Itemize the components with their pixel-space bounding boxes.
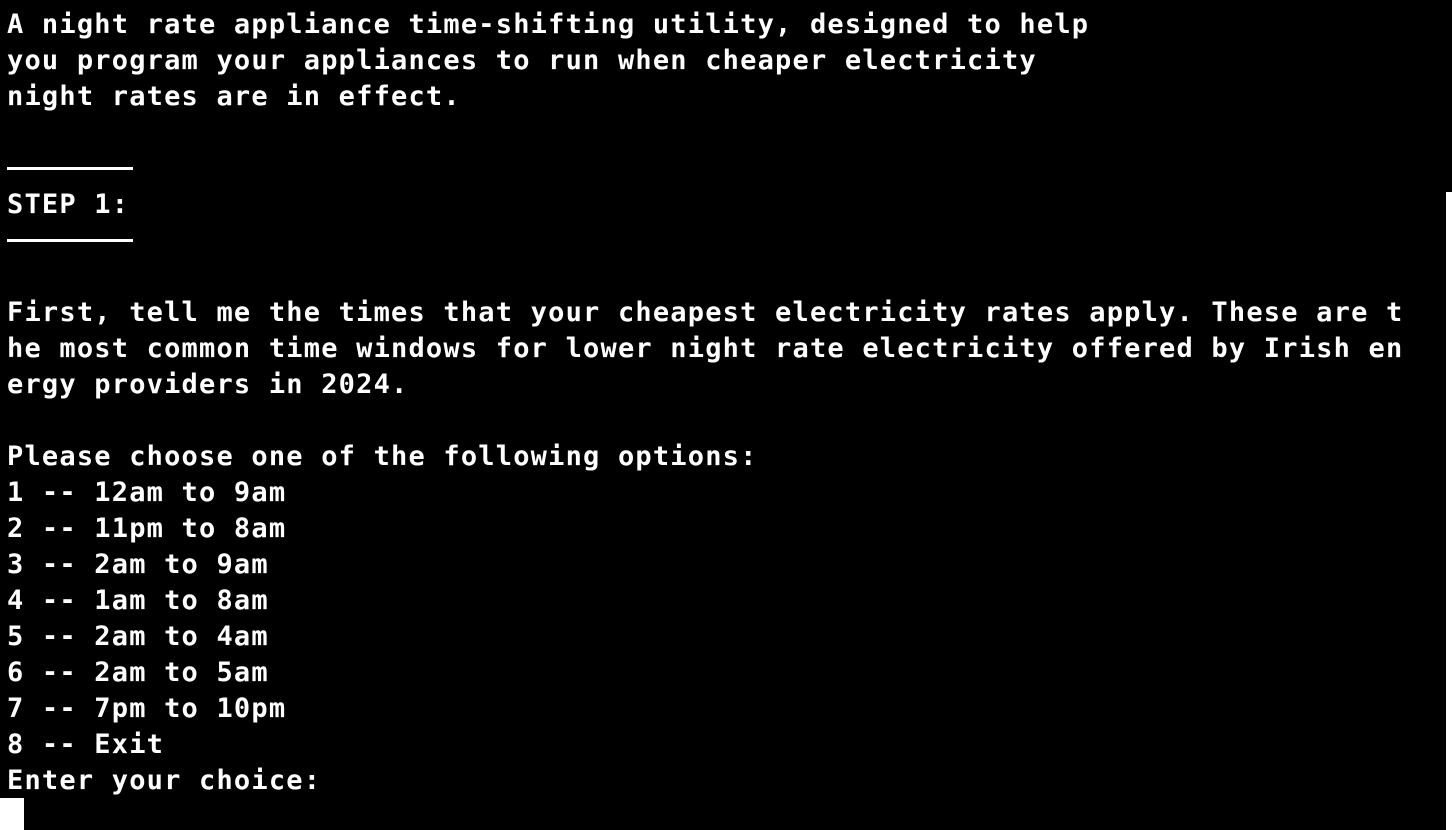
option-8: 8 -- Exit	[7, 729, 165, 760]
option-1: 1 -- 12am to 9am	[7, 477, 287, 508]
intro-line-2: you program your appliances to run when …	[7, 45, 1037, 76]
terminal-edge	[1446, 0, 1452, 192]
page-corner	[0, 798, 24, 830]
intro-line-3: night rates are in effect.	[7, 81, 461, 112]
input-prompt[interactable]: Enter your choice:	[7, 763, 321, 799]
terminal-window[interactable]: A night rate appliance time-shifting uti…	[0, 0, 1446, 830]
option-7: 7 -- 7pm to 10pm	[7, 693, 287, 724]
intro-line-1: A night rate appliance time-shifting uti…	[7, 9, 1090, 40]
description-line-2: he most common time windows for lower ni…	[7, 333, 1404, 364]
description-line-1: First, tell me the times that your cheap…	[7, 297, 1404, 328]
option-6: 6 -- 2am to 5am	[7, 657, 269, 688]
description-line-3: ergy providers in 2024.	[7, 369, 409, 400]
option-4: 4 -- 1am to 8am	[7, 585, 269, 616]
options-prompt: Please choose one of the following optio…	[7, 441, 758, 472]
step-heading: STEP 1:	[7, 189, 130, 220]
option-3: 3 -- 2am to 9am	[7, 549, 269, 580]
option-5: 5 -- 2am to 4am	[7, 621, 269, 652]
option-2: 2 -- 11pm to 8am	[7, 513, 287, 544]
step-rule-bottom	[7, 239, 133, 242]
step-rule-top	[7, 167, 133, 170]
